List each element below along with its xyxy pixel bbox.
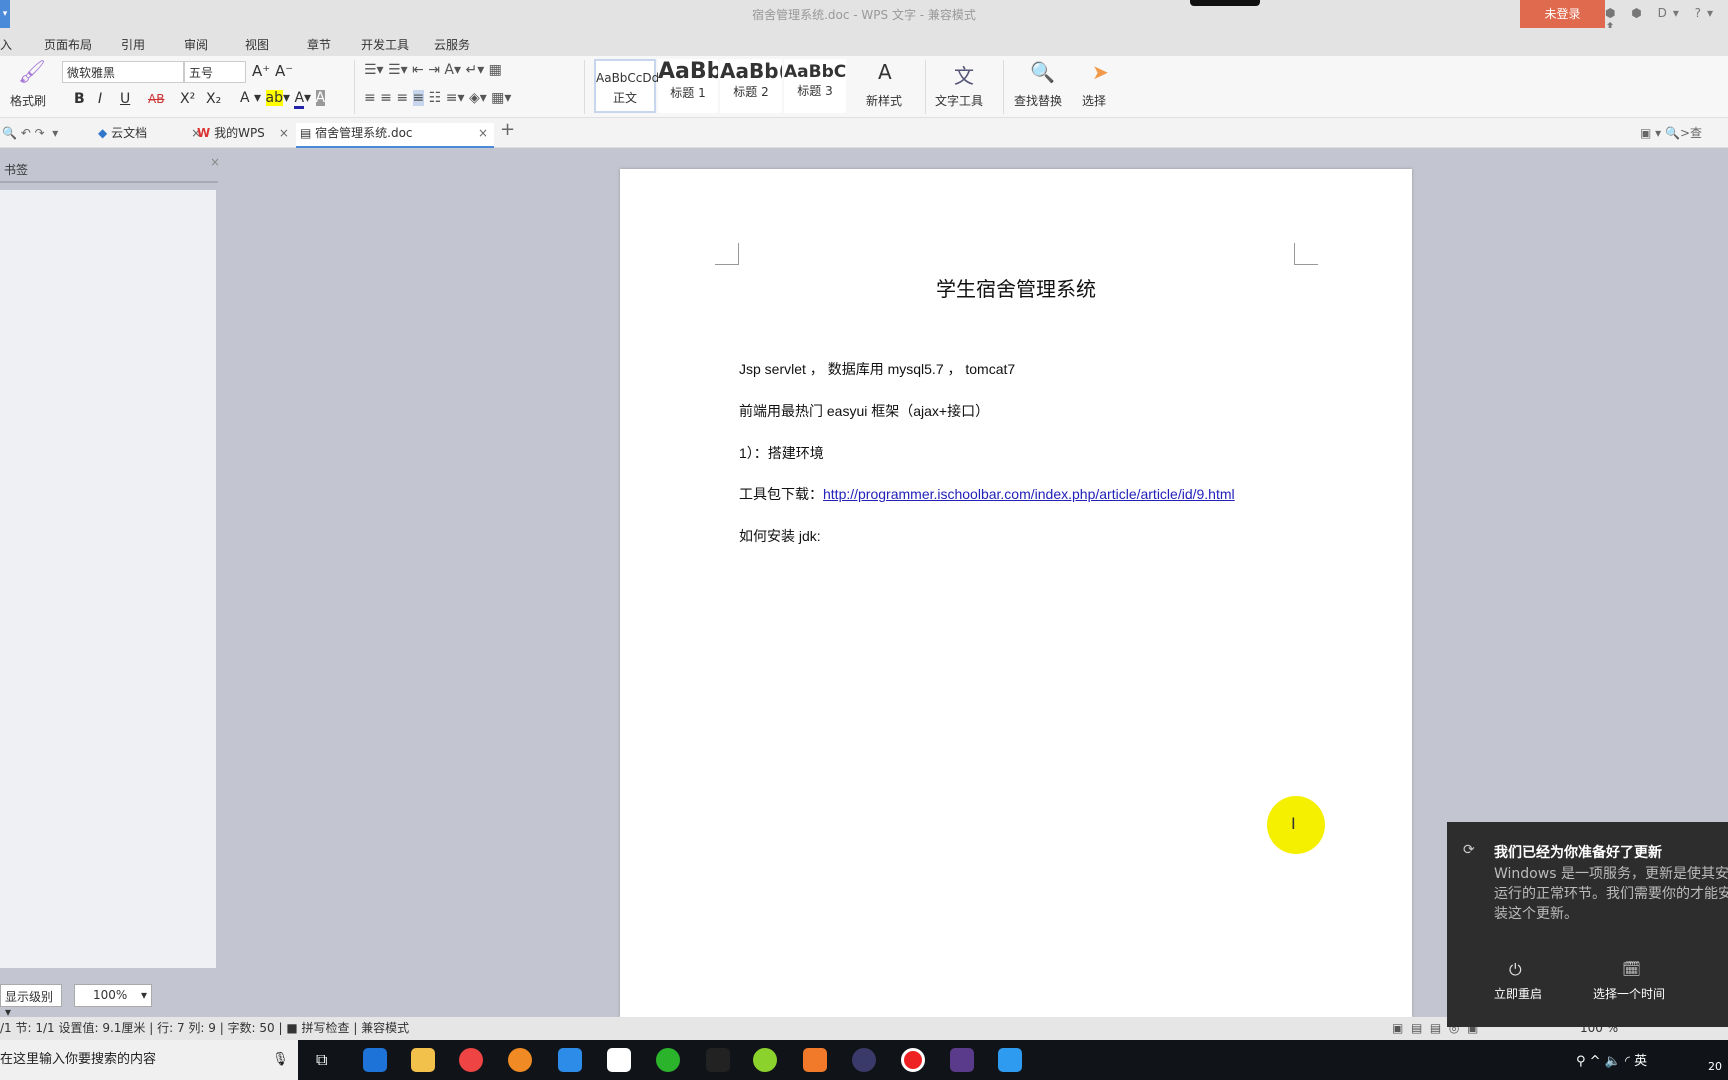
text-tools-icon[interactable]: 文 xyxy=(954,60,974,89)
select-button[interactable]: 选择 xyxy=(1082,92,1106,109)
app-icon[interactable] xyxy=(558,1048,582,1072)
eclipse-icon[interactable] xyxy=(852,1048,876,1072)
app-icon[interactable] xyxy=(950,1048,974,1072)
menu-references[interactable]: 引用 xyxy=(121,36,145,53)
menu-chapter[interactable]: 章节 xyxy=(307,36,331,53)
close-pane-icon[interactable]: × xyxy=(210,155,220,169)
divider xyxy=(584,60,585,114)
search-tab-icon[interactable]: ▣ ▾ 🔍>查 xyxy=(1640,123,1702,148)
grow-font-icon[interactable]: A⁺ A⁻ xyxy=(252,62,293,80)
power-icon: ⏻ xyxy=(1509,960,1522,979)
find-replace-icon[interactable]: 🔍 xyxy=(1030,60,1055,84)
window-title: 宿舍管理系统.doc - WPS 文字 - 兼容模式 xyxy=(752,8,976,22)
tab-my-wps[interactable]: W 我的WPS × xyxy=(197,123,289,148)
font-size-select[interactable]: 五号 xyxy=(184,61,246,83)
style-normal[interactable]: AaBbCcDd 正文 xyxy=(594,59,659,113)
list-icons[interactable]: ☰▾ ☰▾ ⇤ ⇥ A▾ ↵▾ ▦ xyxy=(364,62,502,78)
menu-dev-tools[interactable]: 开发工具 xyxy=(361,36,409,53)
strikethrough-button[interactable]: AB xyxy=(148,92,164,106)
paragraph: Jsp servlet ， 数据库用 mysql5.7 ， tomcat7 xyxy=(739,361,1016,377)
format-painter-icon[interactable]: 🖌 xyxy=(18,60,46,85)
tab-active-document[interactable]: ▤ 宿舍管理系统.doc × xyxy=(296,123,494,148)
paragraph: 前端用最热门 easyui 框架（ajax+接口） xyxy=(739,403,990,419)
restart-now-button[interactable]: 立即重启 xyxy=(1494,985,1542,1002)
select-cursor-icon[interactable]: ➤ xyxy=(1092,60,1109,84)
text-tools-button[interactable]: 文字工具 xyxy=(935,92,983,109)
style-heading-3[interactable]: AaBbC 标题 3 xyxy=(784,59,846,113)
new-style-icon[interactable]: A xyxy=(878,60,892,84)
tray-icons[interactable]: ⚲ ^ 🔈 ◜ 英 xyxy=(1576,1050,1647,1069)
login-button[interactable]: 未登录 xyxy=(1520,0,1605,28)
clock[interactable]: 20 xyxy=(1708,1060,1722,1073)
title-bar: ▾ 宿舍管理系统.doc - WPS 文字 - 兼容模式 未登录 ⬢ ⬢ D▾ … xyxy=(0,0,1728,34)
document-title: 学生宿舍管理系统 xyxy=(936,277,1096,301)
menu-cloud[interactable]: 云服务 xyxy=(434,36,470,53)
ribbon: 🖌 格式刷 微软雅黑 五号 A⁺ A⁻ B I U AB X² X₂ A ▾ a… xyxy=(0,56,1728,118)
notification-body: Windows 是一项服务，更新是使其安全运行的正常环节。我们需要你的才能安装这… xyxy=(1494,866,1728,922)
task-view-icon[interactable]: ⧉ xyxy=(316,1050,327,1070)
download-link[interactable]: http://programmer.ischoolbar.com/index.p… xyxy=(823,486,1235,502)
chrome-icon[interactable] xyxy=(459,1048,483,1072)
mouse-highlight: I xyxy=(1267,796,1325,854)
style-heading-2[interactable]: AaBb(标题 2 xyxy=(720,59,782,113)
notification-title: 我们已经为你准备好了更新 xyxy=(1494,845,1662,861)
menu-bar: 入 页面布局 引用 审阅 视图 章节 开发工具 云服务 xyxy=(0,28,1728,56)
wps-icon[interactable] xyxy=(998,1048,1022,1072)
superscript-button[interactable]: X² xyxy=(180,91,195,107)
calendar-clock-icon: 🗓 xyxy=(1622,960,1642,978)
pick-time-button[interactable]: 选择一个时间 xyxy=(1593,985,1665,1002)
underline-button[interactable]: U xyxy=(120,91,130,107)
font-color-icons[interactable]: A ▾ ab▾ A▾ A xyxy=(240,90,326,109)
qq-icon[interactable] xyxy=(706,1048,730,1072)
document-tab-bar: 🔍 ↶ ↷ ▾ ◆ 云文档 × W 我的WPS × ▤ 宿舍管理系统.doc × + … xyxy=(0,118,1728,148)
style-heading-1[interactable]: AaBb 标题 1 xyxy=(658,59,718,113)
font-select[interactable]: 微软雅黑 xyxy=(62,61,184,83)
italic-button[interactable]: I xyxy=(98,91,102,107)
new-tab-button[interactable]: + xyxy=(500,120,515,145)
menu-view[interactable]: 视图 xyxy=(245,36,269,53)
divider xyxy=(925,60,926,114)
paragraph: 工具包下载：http://programmer.ischoolbar.com/i… xyxy=(739,486,1235,502)
bookmark-list[interactable] xyxy=(0,190,216,968)
taskbar-search[interactable]: 在这里输入你要搜索的内容 🎙 xyxy=(0,1040,298,1080)
edge-icon[interactable] xyxy=(363,1048,387,1072)
bold-button[interactable]: B xyxy=(74,91,85,107)
update-icon: ⟳ xyxy=(1463,842,1475,858)
margin-corner xyxy=(715,243,739,265)
bookmark-header: 书签 × xyxy=(0,155,220,183)
status-text: /1 节: 1/1 设置值: 9.1厘米 | 行: 7 列: 9 | 字数: 5… xyxy=(0,1021,410,1035)
explorer-icon[interactable] xyxy=(411,1048,435,1072)
record-icon[interactable] xyxy=(901,1048,925,1072)
bookmark-title: 书签 xyxy=(4,163,29,177)
app-icon[interactable] xyxy=(656,1048,680,1072)
paragraph: 如何安装 jdk: xyxy=(739,528,821,544)
update-notification[interactable]: ⟳ 我们已经为你准备好了更新 Windows 是一项服务，更新是使其安全运行的正… xyxy=(1447,822,1728,1027)
tab-cloud-docs[interactable]: ◆ 云文档 × xyxy=(98,123,201,148)
menu-review[interactable]: 审阅 xyxy=(184,36,208,53)
paragraph: 1）：搭建环境 xyxy=(739,445,824,461)
xampp-icon[interactable] xyxy=(803,1048,827,1072)
find-replace-button[interactable]: 查找替换 xyxy=(1014,92,1062,109)
subscript-button[interactable]: X₂ xyxy=(206,91,221,107)
alignment-icons[interactable]: ≡ ≡ ≡ ≡ ☷ ≡▾ ◈▾ ▦▾ xyxy=(364,90,511,106)
webcam-overlay xyxy=(1190,0,1260,6)
menu-insert[interactable]: 入 xyxy=(0,36,12,53)
document-page[interactable]: 学生宿舍管理系统 Jsp servlet ， 数据库用 mysql5.7 ， t… xyxy=(620,169,1412,1017)
format-painter-button[interactable]: 格式刷 xyxy=(10,92,46,109)
zoom-dropdown[interactable]: 100% ▾ xyxy=(74,984,152,1007)
app-icon[interactable] xyxy=(753,1048,777,1072)
menu-page-layout[interactable]: 页面布局 xyxy=(44,36,92,53)
baidu-netdisk-icon[interactable] xyxy=(607,1048,631,1072)
new-style-button[interactable]: 新样式 xyxy=(866,92,902,109)
margin-corner xyxy=(1294,243,1318,265)
level-dropdown[interactable]: 显示级别 ▾ xyxy=(0,984,62,1019)
divider xyxy=(1003,60,1004,114)
app-icon[interactable] xyxy=(508,1048,532,1072)
quick-access-icons[interactable]: 🔍 ↶ ↷ ▾ xyxy=(2,123,58,148)
divider xyxy=(354,60,355,114)
